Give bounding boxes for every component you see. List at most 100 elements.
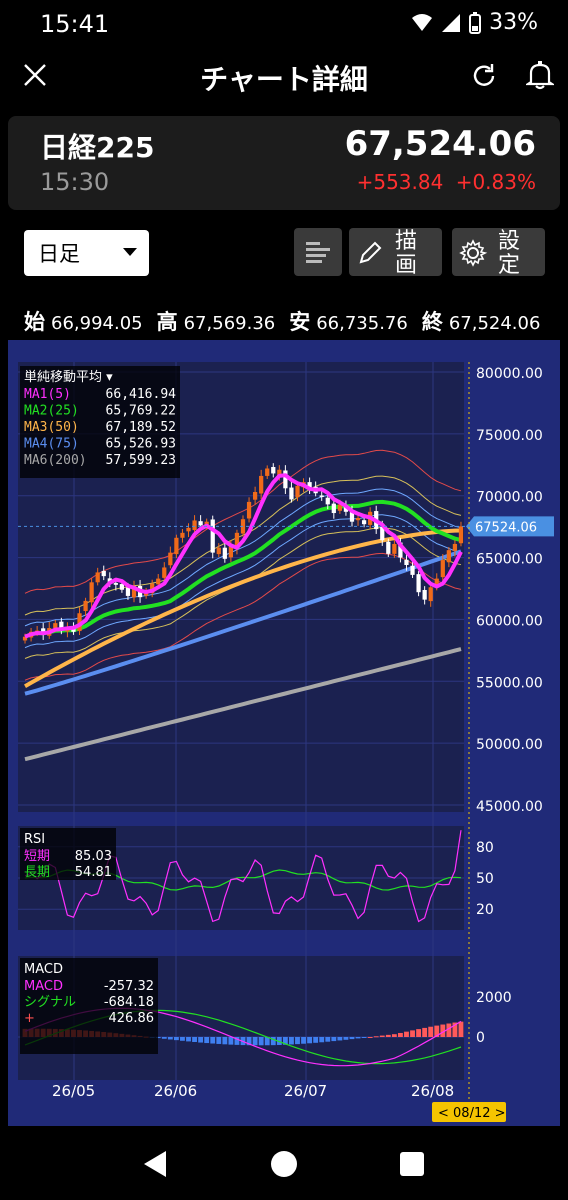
candle-body — [89, 582, 94, 603]
date-tag-label: < 08/12 > — [438, 1106, 506, 1121]
candle-body — [180, 532, 185, 538]
ohlc-close: 終 67,524.06 — [422, 306, 541, 340]
x-tick-label: 26/05 — [52, 1082, 95, 1100]
macd-legend-name: + — [24, 1011, 35, 1026]
refresh-icon[interactable] — [470, 62, 498, 90]
macd-histogram-bar — [180, 1037, 185, 1041]
candle-body — [355, 517, 361, 521]
ma-legend-value: 65,526.93 — [106, 437, 176, 452]
period-select[interactable]: 日足 — [24, 230, 149, 276]
y-tick-label: 65000.00 — [476, 552, 543, 568]
recents-icon[interactable] — [398, 1150, 426, 1178]
app-bar: チャート詳細 — [0, 50, 568, 108]
macd-histogram-bar — [379, 1035, 385, 1037]
macd-legend-name: MACD — [24, 979, 63, 994]
candle-body — [95, 572, 100, 583]
candle-body — [222, 547, 227, 559]
quote-card: 日経225 15:30 67,524.06 +553.84 +0.83% — [8, 116, 560, 210]
rsi-legend-name: 短期 — [24, 849, 50, 864]
macd-histogram-bar — [416, 1029, 422, 1037]
rsi-legend-title: RSI — [24, 832, 45, 847]
ohlc-open: 始 66,994.05 — [24, 306, 143, 340]
wifi-icon — [412, 13, 433, 31]
ma-legend-name: MA2(25) — [24, 404, 79, 419]
ohlc-high: 高 67,569.36 — [157, 306, 276, 340]
y-tick-label: 60000.00 — [476, 613, 543, 629]
ma-legend-value: 65,769.22 — [106, 404, 176, 419]
change-percent: +0.83% — [455, 170, 536, 194]
macd-histogram-bar — [258, 1037, 264, 1046]
ohlc-high-key: 高 — [156, 310, 178, 334]
y-tick-label: 55000.00 — [476, 675, 543, 691]
bell-icon[interactable] — [526, 60, 554, 90]
candle-body — [452, 543, 458, 551]
macd-histogram-bar — [198, 1037, 204, 1043]
back-icon[interactable] — [140, 1148, 170, 1180]
candle-body — [210, 519, 215, 553]
status-icons: 33% — [411, 10, 538, 35]
status-bar: 15:41 33% — [0, 0, 568, 50]
macd-histogram-bar — [216, 1037, 222, 1044]
chart-controls: 日足 描画 設定 — [0, 224, 568, 280]
ma-legend-name: MA3(50) — [24, 420, 79, 435]
draw-button[interactable]: 描画 — [349, 228, 442, 276]
candle-body — [440, 560, 445, 578]
price-tag-label: 67524.06 — [475, 520, 537, 535]
x-tick-label: 26/08 — [411, 1082, 454, 1100]
ma-legend-value: 67,189.52 — [106, 420, 176, 435]
layout-icon — [306, 242, 330, 263]
current-price: 67,524.06 — [344, 124, 536, 164]
macd-histogram-bar — [204, 1037, 210, 1044]
candle-body — [198, 521, 203, 526]
candle-body — [319, 495, 324, 497]
candle-body — [392, 543, 397, 554]
chart-area[interactable]: 80000.00 75000.00 70000.00 65000.00 60000.00… — [8, 340, 560, 1126]
ohlc-row: 始 66,994.05 高 67,569.36 安 66,735.76 終 67,524… — [0, 306, 568, 340]
candle-body — [289, 487, 294, 500]
candle-body — [404, 559, 409, 565]
candle-body — [271, 467, 276, 474]
home-icon[interactable] — [268, 1148, 300, 1180]
y-tick-label: 80000.00 — [476, 366, 543, 382]
candle-body — [216, 547, 221, 555]
rsi-tick-label: 20 — [476, 902, 494, 918]
macd-histogram-bar — [319, 1037, 325, 1043]
macd-histogram-bar — [210, 1037, 216, 1044]
period-select-value: 日足 — [38, 242, 80, 266]
y-tick-label: 70000.00 — [476, 490, 543, 506]
macd-histogram-bar — [252, 1037, 258, 1046]
ohlc-low-key: 安 — [289, 310, 311, 334]
pencil-icon — [359, 241, 382, 264]
macd-histogram-bar — [367, 1036, 373, 1038]
rsi-tick-label: 80 — [476, 840, 494, 856]
settings-button[interactable]: 設定 — [452, 228, 545, 276]
macd-histogram-bar — [391, 1034, 397, 1037]
chart-svg[interactable]: 80000.00 75000.00 70000.00 65000.00 60000.00… — [8, 340, 560, 1126]
rsi-legend-name: 長期 — [24, 865, 50, 880]
candle-body — [186, 527, 191, 532]
layout-button[interactable] — [294, 228, 342, 276]
candle-body — [113, 583, 118, 585]
candle-body — [162, 567, 167, 578]
ohlc-high-value: 67,569.36 — [183, 313, 276, 334]
macd-histogram-bar — [186, 1037, 191, 1042]
ma-legend-name: MA6(200) — [24, 453, 87, 468]
macd-histogram-bar — [301, 1037, 306, 1044]
candle-body — [53, 623, 58, 629]
macd-histogram-bar — [173, 1037, 179, 1041]
candle-body — [174, 537, 179, 555]
macd-histogram-bar — [410, 1030, 415, 1037]
ohlc-close-value: 67,524.06 — [448, 313, 541, 334]
candle-body — [295, 485, 300, 498]
macd-tick-label: 2000 — [476, 990, 512, 1006]
candle-body — [101, 570, 106, 577]
macd-tick-label: 0 — [476, 1030, 485, 1046]
macd-histogram-bar — [313, 1037, 319, 1043]
macd-histogram-bar — [404, 1031, 409, 1037]
candle-body — [259, 475, 264, 494]
macd-histogram-bar — [385, 1034, 391, 1037]
candle-body — [125, 587, 131, 596]
ohlc-open-key: 始 — [24, 310, 45, 334]
candle-body — [265, 468, 270, 476]
macd-histogram-bar — [337, 1037, 343, 1041]
